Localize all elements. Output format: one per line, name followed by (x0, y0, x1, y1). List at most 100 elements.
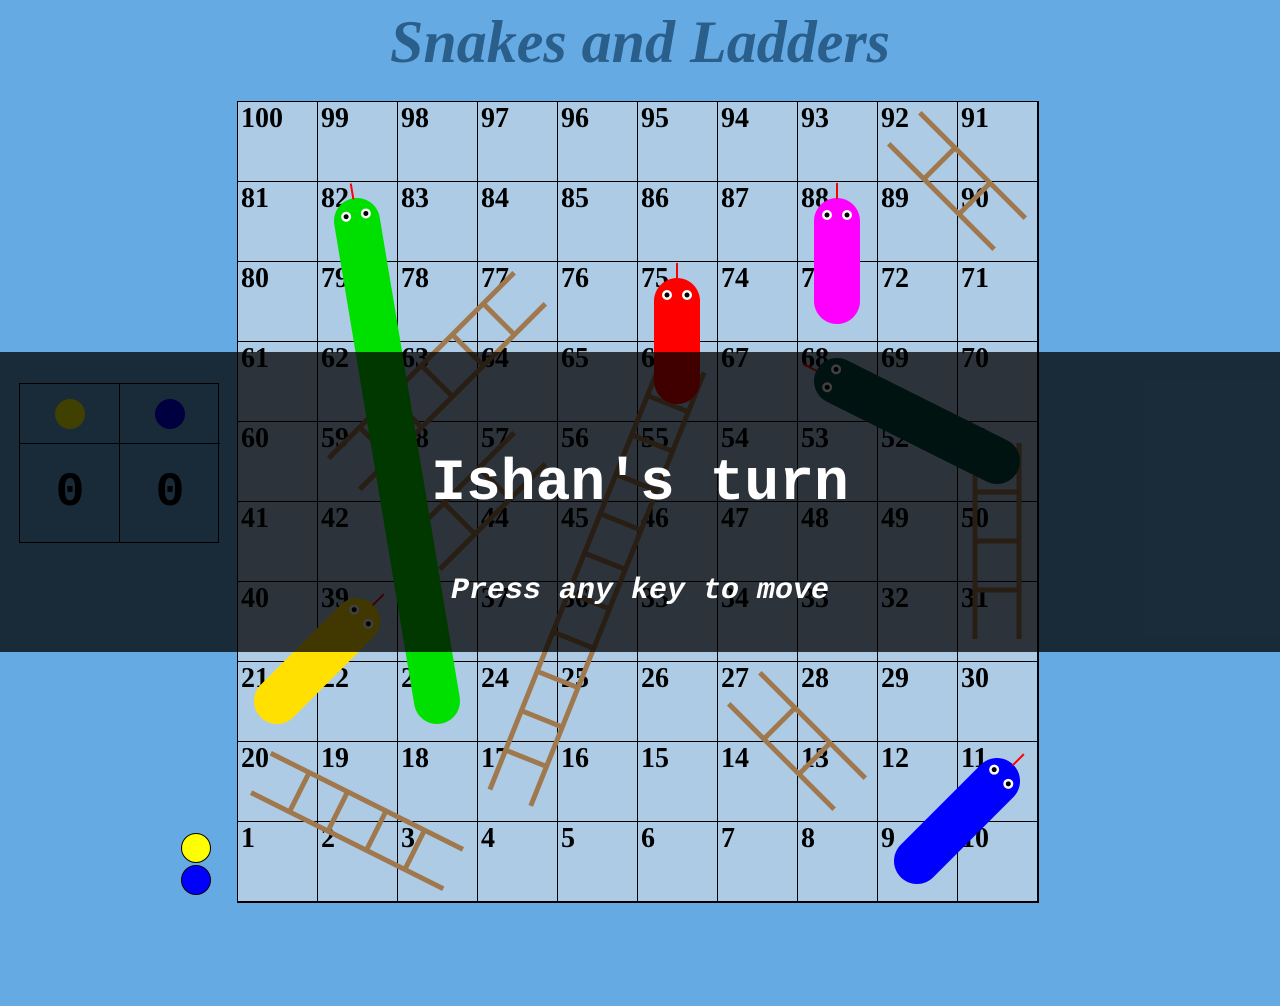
square-number: 14 (721, 743, 749, 774)
square-number: 21 (241, 663, 269, 694)
square-number: 7 (721, 823, 735, 854)
square-number: 96 (561, 103, 589, 134)
square-number: 74 (721, 263, 749, 294)
square-number: 18 (401, 743, 429, 774)
square-number: 95 (641, 103, 669, 134)
board-square: 13 (797, 741, 877, 821)
board-square: 93 (797, 101, 877, 181)
square-number: 4 (481, 823, 495, 854)
square-number: 10 (961, 823, 989, 854)
square-number: 98 (401, 103, 429, 134)
square-number: 79 (321, 263, 349, 294)
board-square: 23 (397, 661, 477, 741)
board-square: 72 (877, 261, 957, 341)
board-square: 16 (557, 741, 637, 821)
board-square: 77 (477, 261, 557, 341)
move-prompt: Press any key to move (450, 574, 830, 608)
board-square: 7 (717, 821, 797, 901)
square-number: 71 (961, 263, 989, 294)
board-square: 84 (477, 181, 557, 261)
square-number: 19 (321, 743, 349, 774)
square-number: 100 (241, 103, 283, 134)
square-number: 22 (321, 663, 349, 694)
square-number: 24 (481, 663, 509, 694)
board-square: 9 (877, 821, 957, 901)
square-number: 72 (881, 263, 909, 294)
board-square: 82 (317, 181, 397, 261)
board-square: 88 (797, 181, 877, 261)
square-number: 27 (721, 663, 749, 694)
square-number: 77 (481, 263, 509, 294)
board-square: 100 (237, 101, 317, 181)
turn-text: Ishan's turn (431, 452, 849, 517)
square-number: 11 (961, 743, 988, 774)
board-square: 86 (637, 181, 717, 261)
board-square: 12 (877, 741, 957, 821)
board-square: 3 (397, 821, 477, 901)
board-square: 96 (557, 101, 637, 181)
square-number: 83 (401, 183, 429, 214)
board-square: 17 (477, 741, 557, 821)
player-1-token (181, 833, 211, 863)
turn-banner[interactable]: Ishan's turn Press any key to move (0, 352, 1280, 652)
square-number: 75 (641, 263, 669, 294)
board-square: 80 (237, 261, 317, 341)
board-square: 99 (317, 101, 397, 181)
square-number: 73 (801, 263, 829, 294)
square-number: 85 (561, 183, 589, 214)
board-square: 10 (957, 821, 1037, 901)
board-square: 73 (797, 261, 877, 341)
square-number: 2 (321, 823, 335, 854)
board-square: 81 (237, 181, 317, 261)
board-square: 29 (877, 661, 957, 741)
board-square: 14 (717, 741, 797, 821)
board-square: 28 (797, 661, 877, 741)
board-square: 8 (797, 821, 877, 901)
game-title: Snakes and Ladders (389, 9, 891, 75)
square-number: 9 (881, 823, 895, 854)
square-number: 97 (481, 103, 509, 134)
board-square: 75 (637, 261, 717, 341)
square-number: 12 (881, 743, 909, 774)
board-square: 15 (637, 741, 717, 821)
board-square: 91 (957, 101, 1037, 181)
square-number: 99 (321, 103, 349, 134)
square-number: 80 (241, 263, 269, 294)
square-number: 81 (241, 183, 269, 214)
square-number: 84 (481, 183, 509, 214)
board-square: 27 (717, 661, 797, 741)
board-square: 85 (557, 181, 637, 261)
board-square: 92 (877, 101, 957, 181)
square-number: 25 (561, 663, 589, 694)
board-square: 4 (477, 821, 557, 901)
square-number: 28 (801, 663, 829, 694)
board-square: 90 (957, 181, 1037, 261)
square-number: 89 (881, 183, 909, 214)
square-number: 30 (961, 663, 989, 694)
square-number: 90 (961, 183, 989, 214)
square-number: 93 (801, 103, 829, 134)
board-square: 5 (557, 821, 637, 901)
square-number: 13 (801, 743, 829, 774)
square-number: 94 (721, 103, 749, 134)
square-number: 16 (561, 743, 589, 774)
square-number: 3 (401, 823, 415, 854)
square-number: 88 (801, 183, 829, 214)
board-square: 71 (957, 261, 1037, 341)
board-square: 18 (397, 741, 477, 821)
board-square: 26 (637, 661, 717, 741)
board-square: 87 (717, 181, 797, 261)
square-number: 6 (641, 823, 655, 854)
board-square: 79 (317, 261, 397, 341)
square-number: 8 (801, 823, 815, 854)
board-square: 98 (397, 101, 477, 181)
board-square: 97 (477, 101, 557, 181)
board-square: 24 (477, 661, 557, 741)
board-square: 78 (397, 261, 477, 341)
board-square: 1 (237, 821, 317, 901)
square-number: 15 (641, 743, 669, 774)
board-square: 21 (237, 661, 317, 741)
square-number: 20 (241, 743, 269, 774)
square-number: 26 (641, 663, 669, 694)
board-square: 19 (317, 741, 397, 821)
